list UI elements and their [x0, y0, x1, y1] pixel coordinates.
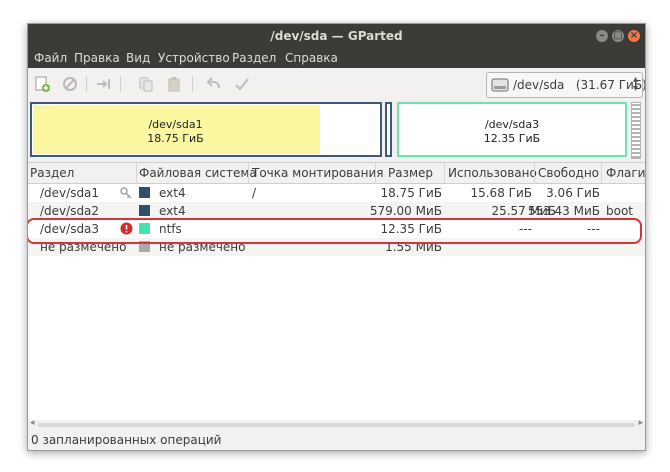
status-bar: 0 запланированных операций — [28, 430, 645, 450]
menu-help[interactable]: Справка — [285, 51, 338, 65]
graph-sda1-size: 18.75 ГиБ — [147, 132, 204, 145]
menu-view[interactable]: Вид — [126, 51, 150, 65]
graph-partition-sda2[interactable] — [385, 102, 392, 157]
graph-sda3-size: 12.35 ГиБ — [483, 132, 541, 145]
cell-free: 553.43 МиБ — [527, 204, 600, 218]
menu-edit[interactable]: Правка — [74, 51, 120, 65]
column-separator — [375, 163, 376, 183]
horizontal-scrollbar[interactable]: ◂ ▸ — [28, 418, 645, 430]
cell-filesystem: ext4 — [159, 186, 186, 200]
hard-disk-icon — [491, 78, 509, 92]
cell-used: 15.68 ГиБ — [470, 186, 532, 200]
menu-device[interactable]: Устройство — [158, 51, 230, 65]
menu-bar: Файл Правка Вид Устройство Раздел Справк… — [28, 48, 645, 68]
cell-flags: boot — [606, 204, 634, 218]
maximize-icon[interactable]: □ — [612, 30, 624, 42]
column-separator — [444, 163, 445, 183]
column-separator — [248, 163, 249, 183]
graph-partition-sda1[interactable]: /dev/sda1 18.75 ГиБ — [30, 102, 382, 157]
cell-partition: /dev/sda1 — [40, 186, 100, 200]
col-size[interactable]: Размер — [388, 166, 433, 180]
menu-file[interactable]: Файл — [34, 51, 67, 65]
highlight-annotation — [28, 218, 642, 244]
graph-sda3-name: /dev/sda3 — [484, 118, 540, 131]
menu-partition[interactable]: Раздел — [232, 51, 276, 65]
scrollbar-track[interactable] — [38, 423, 635, 427]
col-mount[interactable]: Точка монтирования — [252, 166, 383, 180]
col-used[interactable]: Использовано — [448, 166, 537, 180]
graph-unallocated[interactable] — [631, 102, 641, 159]
partition-graph: /dev/sda1 18.75 ГиБ /dev/sda3 12.35 ГиБ — [28, 100, 645, 159]
cell-free: 3.06 ГиБ — [546, 186, 600, 200]
cell-size: 18.75 ГиБ — [380, 186, 442, 200]
toolbar-separator — [192, 76, 193, 92]
new-partition-icon[interactable] — [34, 76, 50, 92]
resize-move-icon[interactable] — [96, 76, 112, 92]
graph-sda1-name: /dev/sda1 — [148, 118, 203, 131]
close-icon[interactable]: × — [628, 30, 640, 42]
col-flags[interactable]: Флаги — [606, 166, 645, 180]
toolbar: /dev/sda (31.67 ГиБ) ▴ ▾ — [28, 68, 645, 100]
delete-icon[interactable] — [62, 76, 78, 92]
table-header: Раздел Файловая система Точка монтирован… — [28, 163, 645, 184]
device-label: /dev/sda (31.67 ГиБ) — [513, 78, 646, 92]
minimize-icon[interactable]: – — [596, 30, 608, 42]
toolbar-separator — [86, 76, 87, 92]
cell-partition: /dev/sda2 — [40, 204, 100, 218]
cell-filesystem: ext4 — [159, 204, 186, 218]
apply-icon[interactable] — [234, 76, 250, 92]
scroll-left-icon[interactable]: ◂ — [30, 418, 35, 428]
partition-table: Раздел Файловая система Точка монтирован… — [28, 162, 645, 421]
fs-color-swatch — [139, 205, 150, 216]
col-partition[interactable]: Раздел — [30, 166, 74, 180]
window-title: /dev/sda — GParted — [270, 29, 403, 43]
pending-operations: 0 запланированных операций — [31, 433, 222, 447]
cell-size: 579.00 МиБ — [369, 204, 442, 218]
device-selector[interactable]: /dev/sda (31.67 ГиБ) ▴ ▾ — [486, 72, 646, 98]
column-separator — [136, 163, 137, 183]
col-filesystem[interactable]: Файловая система — [139, 166, 257, 180]
cell-mount: / — [252, 186, 257, 200]
key-icon — [120, 187, 132, 199]
column-separator — [601, 163, 602, 183]
toolbar-separator — [120, 76, 121, 92]
paste-icon[interactable] — [166, 76, 182, 92]
graph-partition-sda3[interactable]: /dev/sda3 12.35 ГиБ — [397, 102, 627, 157]
scroll-right-icon[interactable]: ▸ — [638, 418, 643, 428]
col-free[interactable]: Свободно — [538, 166, 599, 180]
undo-icon[interactable] — [206, 76, 222, 92]
updown-arrow-icon: ▴ ▾ — [632, 74, 638, 94]
gparted-window: /dev/sda — GParted – □ × Файл Правка Вид… — [27, 23, 646, 451]
title-bar: /dev/sda — GParted – □ × — [28, 24, 645, 48]
fs-color-swatch — [139, 187, 150, 198]
copy-icon[interactable] — [138, 76, 154, 92]
column-separator — [534, 163, 535, 183]
table-row[interactable]: /dev/sda1 ext4 / 18.75 ГиБ 15.68 ГиБ 3.0… — [28, 184, 645, 202]
